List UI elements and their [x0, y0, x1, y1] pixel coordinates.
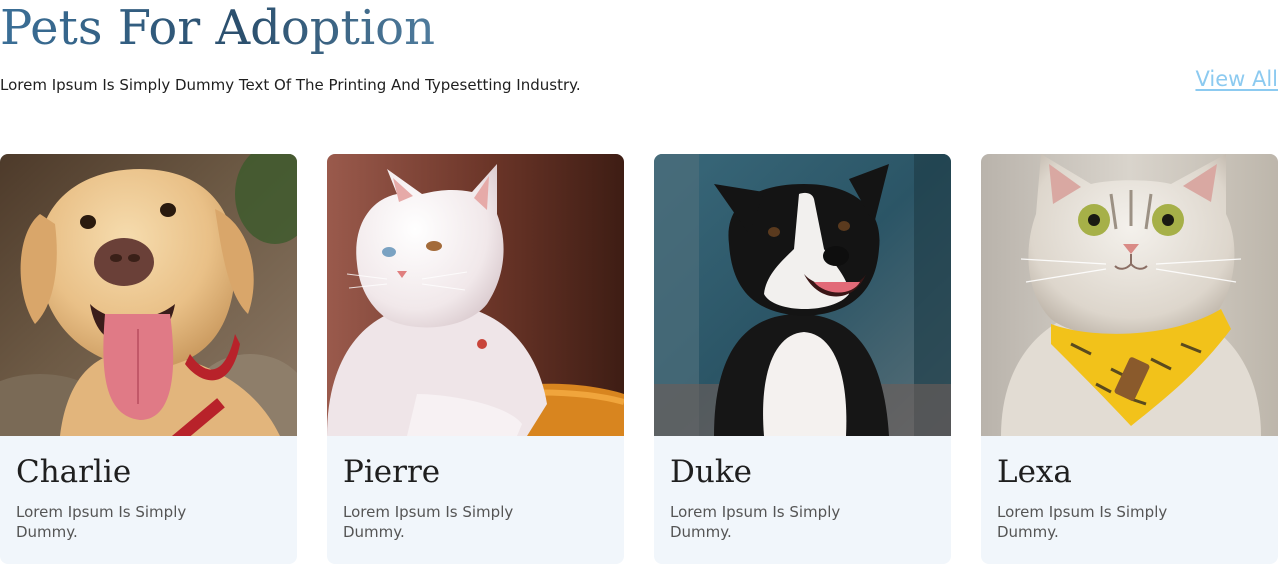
pet-name: Pierre [343, 454, 441, 490]
pet-photo-duke [654, 154, 951, 436]
pet-card-duke[interactable]: Duke Lorem Ipsum Is Simply Dummy. [654, 154, 951, 564]
page-subtitle: Lorem Ipsum Is Simply Dummy Text Of The … [0, 76, 581, 94]
pet-description: Lorem Ipsum Is Simply Dummy. [16, 503, 187, 541]
pet-card-lexa[interactable]: Lexa Lorem Ipsum Is Simply Dummy. [981, 154, 1278, 564]
pet-name: Charlie [16, 454, 132, 490]
view-all-link[interactable]: View All [1195, 66, 1278, 92]
page-title: Pets For Adoption [0, 0, 435, 56]
pet-card-charlie[interactable]: Charlie Lorem Ipsum Is Simply Dummy. [0, 154, 297, 564]
pet-description: Lorem Ipsum Is Simply Dummy. [670, 503, 841, 541]
pet-card-pierre[interactable]: Pierre Lorem Ipsum Is Simply Dummy. [327, 154, 624, 564]
pet-cards-list: Charlie Lorem Ipsum Is Simply Dummy. Pie… [0, 154, 1279, 564]
pet-photo-lexa [981, 154, 1278, 436]
pet-description: Lorem Ipsum Is Simply Dummy. [997, 503, 1168, 541]
pet-name: Lexa [997, 454, 1072, 490]
pet-photo-charlie [0, 154, 297, 436]
pet-description: Lorem Ipsum Is Simply Dummy. [343, 503, 514, 541]
pet-name: Duke [670, 454, 752, 490]
pet-photo-pierre [327, 154, 624, 436]
